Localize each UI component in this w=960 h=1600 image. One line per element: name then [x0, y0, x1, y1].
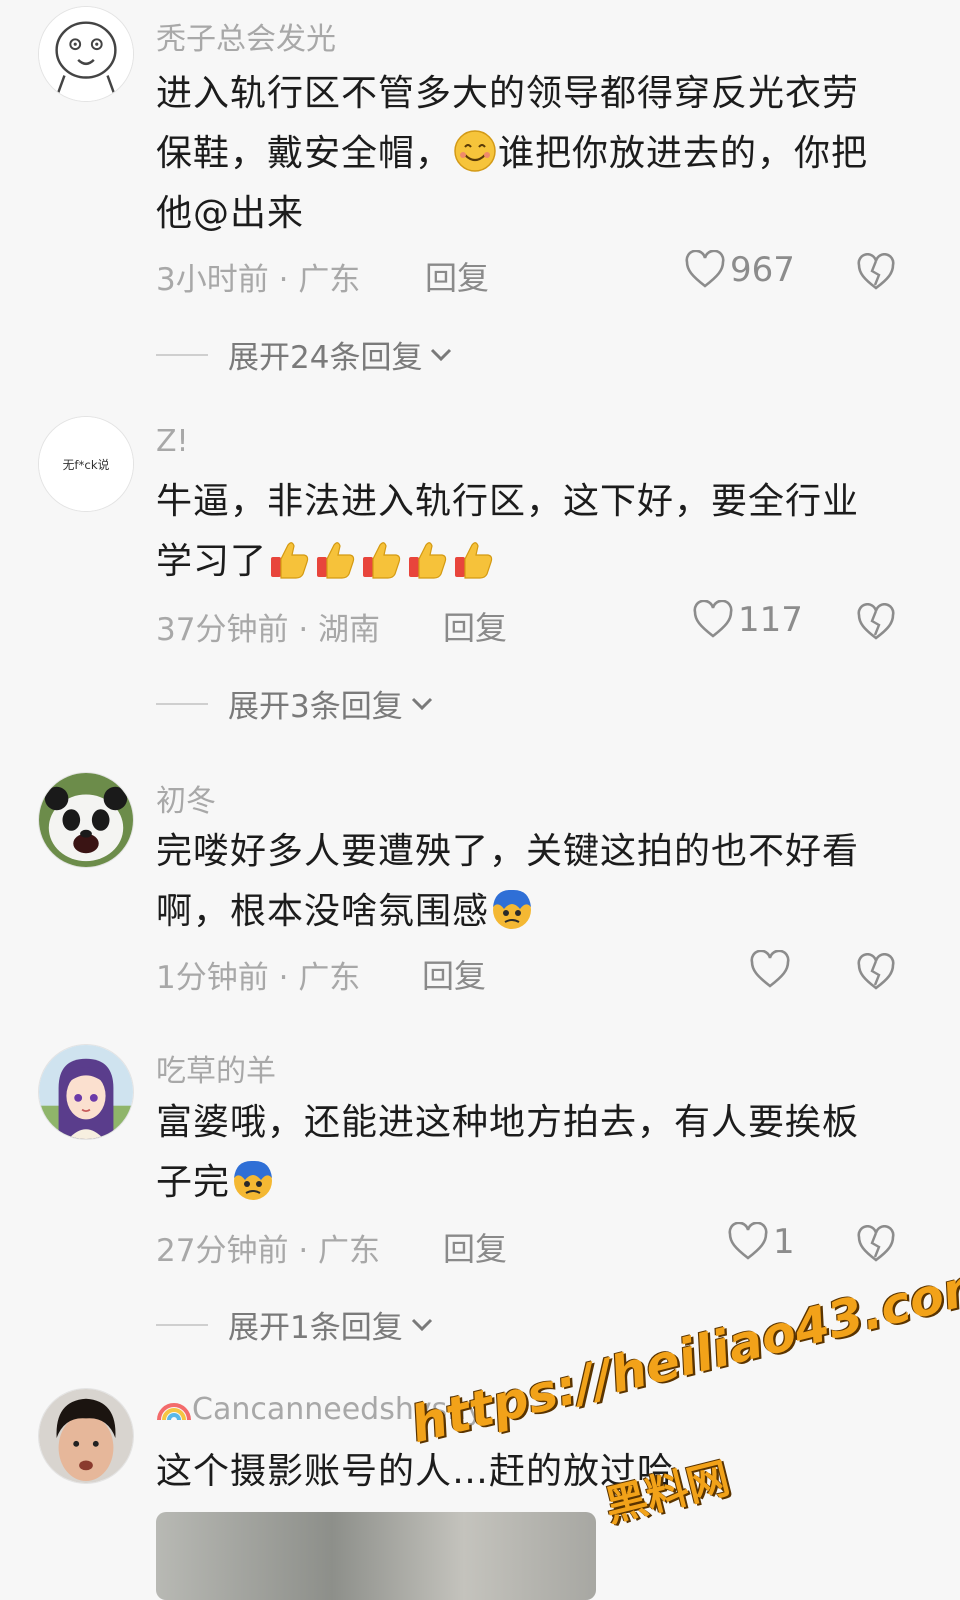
avatar[interactable]	[38, 1388, 134, 1484]
comment-text: 完喽好多人要遭殃了，关键这拍的也不好看啊，根本没啥氛围感	[156, 822, 886, 942]
timestamp: 1分钟前	[156, 960, 269, 996]
thumbs-up-emoji-group	[267, 541, 497, 582]
text-avatar-icon: 无f*ck说	[39, 417, 133, 511]
thumbs-up-icon	[455, 542, 493, 579]
anime-girl-avatar-icon	[39, 1045, 133, 1139]
separator: ·	[278, 960, 289, 996]
expand-replies-label: 展开1条回复	[228, 1310, 403, 1346]
expand-replies-label: 展开24条回复	[228, 340, 423, 376]
like-count: 1	[773, 1222, 795, 1262]
username[interactable]: 秃子总会发光	[156, 14, 336, 58]
attached-image-thumbnail[interactable]	[156, 1512, 596, 1600]
thumbs-up-icon	[317, 542, 355, 579]
cold-face-icon	[234, 1160, 273, 1200]
reply-button[interactable]: 回复	[422, 951, 486, 997]
location: 广东	[298, 960, 361, 996]
watermark-url: https://heiliao43.com	[405, 1253, 960, 1455]
reply-button[interactable]: 回复	[425, 253, 489, 299]
location: 广东	[298, 262, 361, 298]
reply-button[interactable]: 回复	[443, 603, 507, 649]
expand-replies-label: 展开3条回复	[228, 689, 403, 725]
broken-heart-icon[interactable]	[856, 953, 896, 993]
avatar[interactable]	[38, 772, 134, 868]
username[interactable]: Z!	[156, 424, 189, 459]
timestamp: 37分钟前	[156, 612, 289, 648]
timestamp: 27分钟前	[156, 1233, 289, 1269]
location: 湖南	[318, 612, 381, 648]
heart-icon	[693, 600, 733, 638]
divider	[156, 702, 208, 705]
expand-replies-button[interactable]: 展开24条回复	[156, 332, 452, 377]
expand-replies-button[interactable]: 展开1条回复	[156, 1302, 433, 1347]
heart-icon	[728, 1222, 768, 1260]
broken-heart-icon[interactable]	[856, 603, 896, 643]
face-photo-avatar-icon	[39, 1389, 133, 1483]
thumbs-up-icon	[409, 542, 447, 579]
separator: ·	[298, 612, 309, 648]
divider	[156, 1323, 208, 1326]
broken-heart-icon[interactable]	[856, 1225, 896, 1265]
smiling-face-icon	[454, 130, 496, 172]
like-button[interactable]: 967	[684, 250, 795, 290]
like-button[interactable]	[749, 950, 795, 990]
broken-heart-icon[interactable]	[856, 253, 896, 293]
svg-text:无f*ck说: 无f*ck说	[63, 458, 110, 472]
separator: ·	[278, 262, 289, 298]
comment-text-part: 这个摄影账号的人…赶的放过哈	[156, 1451, 675, 1492]
comment-meta: 27分钟前 · 广东	[156, 1225, 380, 1270]
like-button[interactable]: 117	[692, 600, 803, 640]
comment-meta: 1分钟前 · 广东	[156, 952, 360, 997]
expand-replies-button[interactable]: 展开3条回复	[156, 681, 433, 726]
timestamp: 3小时前	[156, 262, 269, 298]
like-count: 967	[730, 250, 795, 290]
divider	[156, 353, 208, 356]
thumbs-up-icon	[271, 542, 309, 579]
location: 广东	[318, 1233, 381, 1269]
heart-icon	[750, 950, 790, 988]
panda-avatar-icon	[39, 773, 133, 867]
cold-face-icon	[493, 889, 532, 929]
comment-meta: 37分钟前 · 湖南	[156, 604, 380, 649]
chevron-down-icon	[411, 697, 432, 710]
avatar[interactable]	[38, 6, 134, 102]
separator: ·	[298, 1233, 309, 1269]
comment-text-part: 牛逼，非法进入轨行区，这下好，要全行业学习了	[156, 481, 860, 582]
comment-text: 进入轨行区不管多大的领导都得穿反光衣劳保鞋，戴安全帽， 谁把你放进去的，你把他@出…	[156, 64, 886, 244]
cartoon-face-icon	[39, 7, 133, 101]
chevron-down-icon	[411, 1318, 432, 1331]
comment-text: 牛逼，非法进入轨行区，这下好，要全行业学习了	[156, 472, 886, 592]
heart-icon	[685, 250, 725, 288]
like-count: 117	[738, 600, 803, 640]
comment-text: 这个摄影账号的人…赶的放过哈	[156, 1442, 886, 1502]
thumbs-up-icon	[363, 542, 401, 579]
chevron-down-icon	[431, 348, 452, 361]
rainbow-icon	[157, 1403, 191, 1421]
username[interactable]: 吃草的羊	[156, 1046, 276, 1090]
avatar[interactable]: 无f*ck说	[38, 416, 134, 512]
avatar[interactable]	[38, 1044, 134, 1140]
reply-button[interactable]: 回复	[443, 1224, 507, 1270]
comment-text: 富婆哦，还能进这种地方拍去，有人要挨板子完	[156, 1093, 886, 1213]
like-button[interactable]: 1	[727, 1222, 795, 1262]
comment-meta: 3小时前 · 广东	[156, 254, 360, 299]
username[interactable]: 初冬	[156, 776, 216, 820]
